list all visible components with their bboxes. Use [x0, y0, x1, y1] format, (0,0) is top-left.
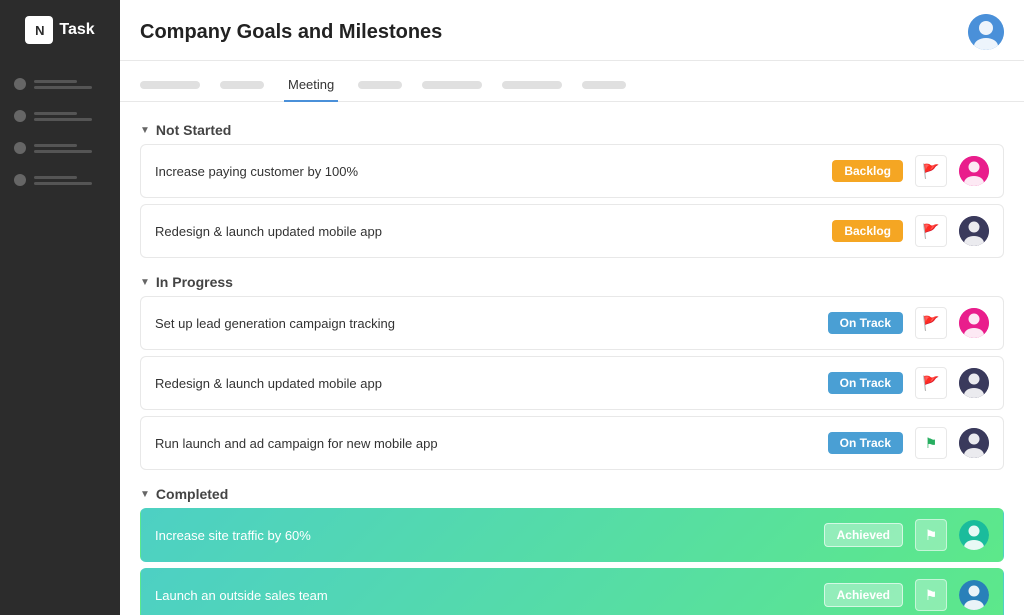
nav-line: [34, 144, 77, 147]
nav-line: [34, 80, 77, 83]
task-row: Redesign & launch updated mobile app On …: [140, 356, 1004, 410]
sidebar-item-4[interactable]: [0, 164, 120, 196]
tab-meeting[interactable]: Meeting: [284, 69, 338, 102]
tab-pill-4[interactable]: [422, 81, 482, 89]
nav-circle-3: [14, 142, 26, 154]
tab-pill-6[interactable]: [582, 81, 626, 89]
chevron-down-icon: ▼: [140, 277, 150, 288]
task-avatar: [959, 156, 989, 186]
status-badge[interactable]: Backlog: [832, 160, 903, 182]
sidebar-item-3[interactable]: [0, 132, 120, 164]
section-completed: ▼ Completed Increase site traffic by 60%…: [140, 478, 1004, 615]
task-row: Redesign & launch updated mobile app Bac…: [140, 204, 1004, 258]
nav-lines-2: [34, 112, 106, 121]
status-badge[interactable]: On Track: [828, 432, 903, 454]
flag-button[interactable]: 🚩: [915, 215, 947, 247]
chevron-down-icon: ▼: [140, 489, 150, 500]
nav-circle-2: [14, 110, 26, 122]
section-header-in-progress[interactable]: ▼ In Progress: [140, 266, 1004, 296]
task-row-completed: Launch an outside sales team Achieved ⚑: [140, 568, 1004, 615]
logo-text: Task: [59, 21, 94, 39]
section-label-in-progress: In Progress: [156, 274, 233, 290]
avatar-figure-icon: [959, 216, 989, 246]
avatar-figure-icon: [959, 156, 989, 186]
flag-button[interactable]: 🚩: [915, 155, 947, 187]
task-name: Increase site traffic by 60%: [155, 528, 812, 543]
task-name: Redesign & launch updated mobile app: [155, 224, 820, 239]
page-header: Company Goals and Milestones: [120, 0, 1024, 61]
status-badge[interactable]: On Track: [828, 312, 903, 334]
task-avatar: [959, 520, 989, 550]
task-name: Set up lead generation campaign tracking: [155, 316, 816, 331]
avatar-figure-icon: [959, 520, 989, 550]
user-avatar-icon: [968, 14, 1004, 50]
section-label-not-started: Not Started: [156, 122, 231, 138]
logo-icon: N: [25, 16, 53, 44]
flag-button[interactable]: ⚑: [915, 427, 947, 459]
nav-line: [34, 118, 92, 121]
nav-lines-1: [34, 80, 106, 89]
nav-lines-3: [34, 144, 106, 153]
tab-pill-2[interactable]: [220, 81, 264, 89]
status-badge[interactable]: On Track: [828, 372, 903, 394]
task-name: Redesign & launch updated mobile app: [155, 376, 816, 391]
content-area: ▼ Not Started Increase paying customer b…: [120, 102, 1024, 615]
task-row-completed: Increase site traffic by 60% Achieved ⚑: [140, 508, 1004, 562]
flag-button[interactable]: ⚑: [915, 579, 947, 611]
section-not-started: ▼ Not Started Increase paying customer b…: [140, 114, 1004, 258]
app-logo[interactable]: N Task: [17, 12, 102, 48]
section-label-completed: Completed: [156, 486, 228, 502]
task-avatar: [959, 428, 989, 458]
task-avatar: [959, 580, 989, 610]
section-header-completed[interactable]: ▼ Completed: [140, 478, 1004, 508]
page-title: Company Goals and Milestones: [140, 21, 442, 44]
task-row: Run launch and ad campaign for new mobil…: [140, 416, 1004, 470]
task-name: Increase paying customer by 100%: [155, 164, 820, 179]
nav-circle-1: [14, 78, 26, 90]
task-row: Set up lead generation campaign tracking…: [140, 296, 1004, 350]
status-badge[interactable]: Backlog: [832, 220, 903, 242]
avatar-figure-icon: [959, 308, 989, 338]
tab-pill-5[interactable]: [502, 81, 562, 89]
chevron-down-icon: ▼: [140, 125, 150, 136]
sidebar: N Task: [0, 0, 120, 615]
nav-line: [34, 176, 77, 179]
main-content: Company Goals and Milestones Meeting ▼ N…: [120, 0, 1024, 615]
status-badge[interactable]: Achieved: [824, 583, 903, 607]
tab-bar: Meeting: [120, 61, 1024, 102]
task-avatar: [959, 368, 989, 398]
avatar-figure-icon: [959, 428, 989, 458]
nav-lines-4: [34, 176, 106, 185]
task-name: Run launch and ad campaign for new mobil…: [155, 436, 816, 451]
tab-pill-1[interactable]: [140, 81, 200, 89]
user-avatar-header[interactable]: [968, 14, 1004, 50]
avatar-figure-icon: [959, 580, 989, 610]
nav-line: [34, 182, 92, 185]
avatar-figure-icon: [959, 368, 989, 398]
task-name: Launch an outside sales team: [155, 588, 812, 603]
flag-button[interactable]: 🚩: [915, 367, 947, 399]
tab-pill-3[interactable]: [358, 81, 402, 89]
sidebar-item-1[interactable]: [0, 68, 120, 100]
nav-line: [34, 150, 92, 153]
nav-line: [34, 86, 92, 89]
status-badge[interactable]: Achieved: [824, 523, 903, 547]
task-avatar: [959, 308, 989, 338]
flag-button[interactable]: ⚑: [915, 519, 947, 551]
sidebar-item-2[interactable]: [0, 100, 120, 132]
section-in-progress: ▼ In Progress Set up lead generation cam…: [140, 266, 1004, 470]
section-header-not-started[interactable]: ▼ Not Started: [140, 114, 1004, 144]
task-row: Increase paying customer by 100% Backlog…: [140, 144, 1004, 198]
nav-circle-4: [14, 174, 26, 186]
nav-line: [34, 112, 77, 115]
flag-button[interactable]: 🚩: [915, 307, 947, 339]
task-avatar: [959, 216, 989, 246]
